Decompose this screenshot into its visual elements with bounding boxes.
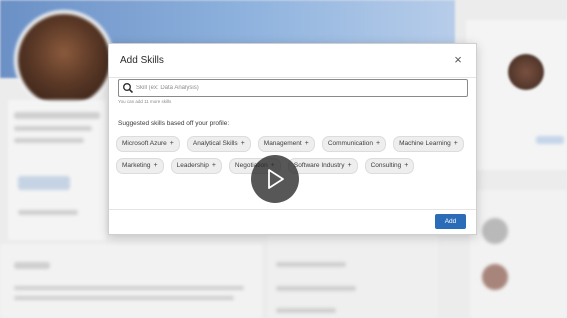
chip-label: Leadership [176, 162, 209, 169]
chip-label: Consulting [370, 162, 402, 169]
plus-icon: + [153, 162, 158, 169]
plus-icon: + [240, 140, 245, 147]
skill-chip-leadership[interactable]: Leadership + [170, 158, 222, 174]
skill-chip-consulting[interactable]: Consulting + [364, 158, 415, 174]
add-skills-modal: Add Skills × You can add 11 more skills … [108, 43, 477, 235]
chip-label: Software Industry [293, 162, 345, 169]
video-play-button[interactable] [251, 155, 299, 203]
skill-chip-marketing[interactable]: Marketing + [116, 158, 164, 174]
plus-icon: + [347, 162, 352, 169]
chip-label: Analytical Skills [192, 140, 238, 147]
suggested-skills-heading: Suggested skills based off your profile: [118, 120, 230, 127]
blurred-button [18, 176, 70, 190]
blurred-menu-item [276, 308, 336, 313]
blurred-side-button [536, 136, 564, 144]
search-icon [123, 83, 134, 94]
skill-chip-machine-learning[interactable]: Machine Learning + [393, 136, 464, 152]
blurred-menu-item [276, 262, 346, 267]
chip-label: Management [263, 140, 302, 147]
chip-label: Marketing [122, 162, 151, 169]
skill-chip-analytical-skills[interactable]: Analytical Skills + [186, 136, 251, 152]
blurred-meta [18, 210, 78, 215]
skill-chip-communication[interactable]: Communication + [321, 136, 387, 152]
chip-label: Microsoft Azure [122, 140, 167, 147]
close-icon[interactable]: × [450, 52, 466, 68]
blurred-text-line [14, 296, 234, 300]
plus-icon: + [211, 162, 216, 169]
skill-search-input[interactable] [136, 81, 456, 94]
play-icon [268, 169, 284, 189]
plus-icon: + [304, 140, 309, 147]
skill-chip-microsoft-azure[interactable]: Microsoft Azure + [116, 136, 180, 152]
profile-avatar [14, 10, 114, 110]
profile-intro-card [8, 100, 106, 240]
side-avatar [508, 54, 544, 90]
skills-dropdown-section [268, 230, 438, 318]
about-section [0, 244, 262, 318]
blurred-location [14, 138, 84, 143]
blurred-headline [14, 126, 92, 131]
people-also-viewed [470, 190, 567, 318]
plus-icon: + [169, 140, 174, 147]
blurred-menu-item [276, 286, 356, 291]
chip-label: Machine Learning [399, 140, 451, 147]
chip-label: Communication [327, 140, 373, 147]
skill-search-box [118, 79, 468, 97]
modal-title: Add Skills [120, 55, 164, 66]
modal-header: Add Skills × [109, 44, 476, 78]
skill-chip-software-industry[interactable]: Software Industry + [287, 158, 358, 174]
plus-icon: + [404, 162, 409, 169]
skill-chip-management[interactable]: Management + [257, 136, 315, 152]
blurred-about-title [14, 262, 50, 269]
right-column-card [466, 20, 567, 170]
plus-icon: + [376, 140, 381, 147]
modal-footer: Add [109, 209, 476, 234]
blurred-text-line [14, 286, 244, 290]
blurred-avatar [482, 264, 508, 290]
skill-limit-hint: You can add 11 more skills [118, 99, 172, 104]
add-button[interactable]: Add [435, 214, 466, 229]
plus-icon: + [453, 140, 458, 147]
blurred-name [14, 112, 100, 119]
blurred-avatar [482, 218, 508, 244]
